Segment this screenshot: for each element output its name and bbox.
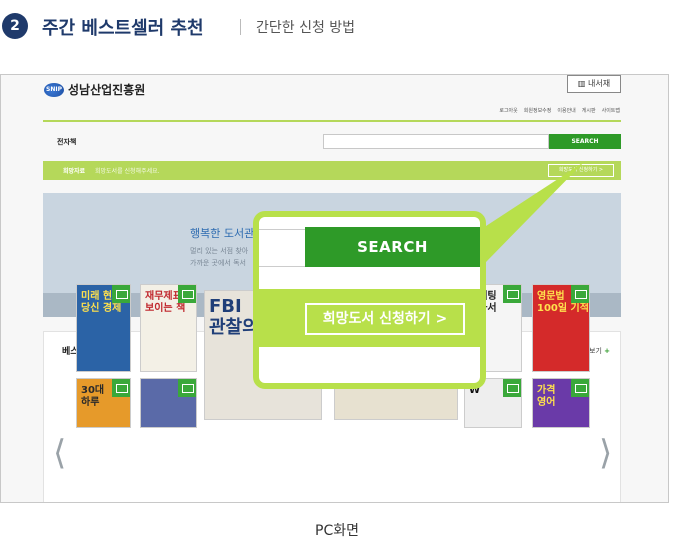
zoom-callout: SEARCH 희망도서 신청하기 >	[253, 211, 486, 389]
zoom-wish-book-button[interactable]: 희망도서 신청하기 >	[305, 303, 465, 335]
zoom-notice-bar: 희망도서 신청하기 >	[259, 289, 480, 347]
zoom-search-input	[259, 229, 309, 267]
zoom-search-button[interactable]: SEARCH	[305, 227, 480, 267]
page: 2 주간 베스트셀러 추천 간단한 신청 방법 SNIP 성남산업진흥원 ▥ 내…	[0, 0, 674, 550]
caption: PC화면	[315, 523, 359, 539]
